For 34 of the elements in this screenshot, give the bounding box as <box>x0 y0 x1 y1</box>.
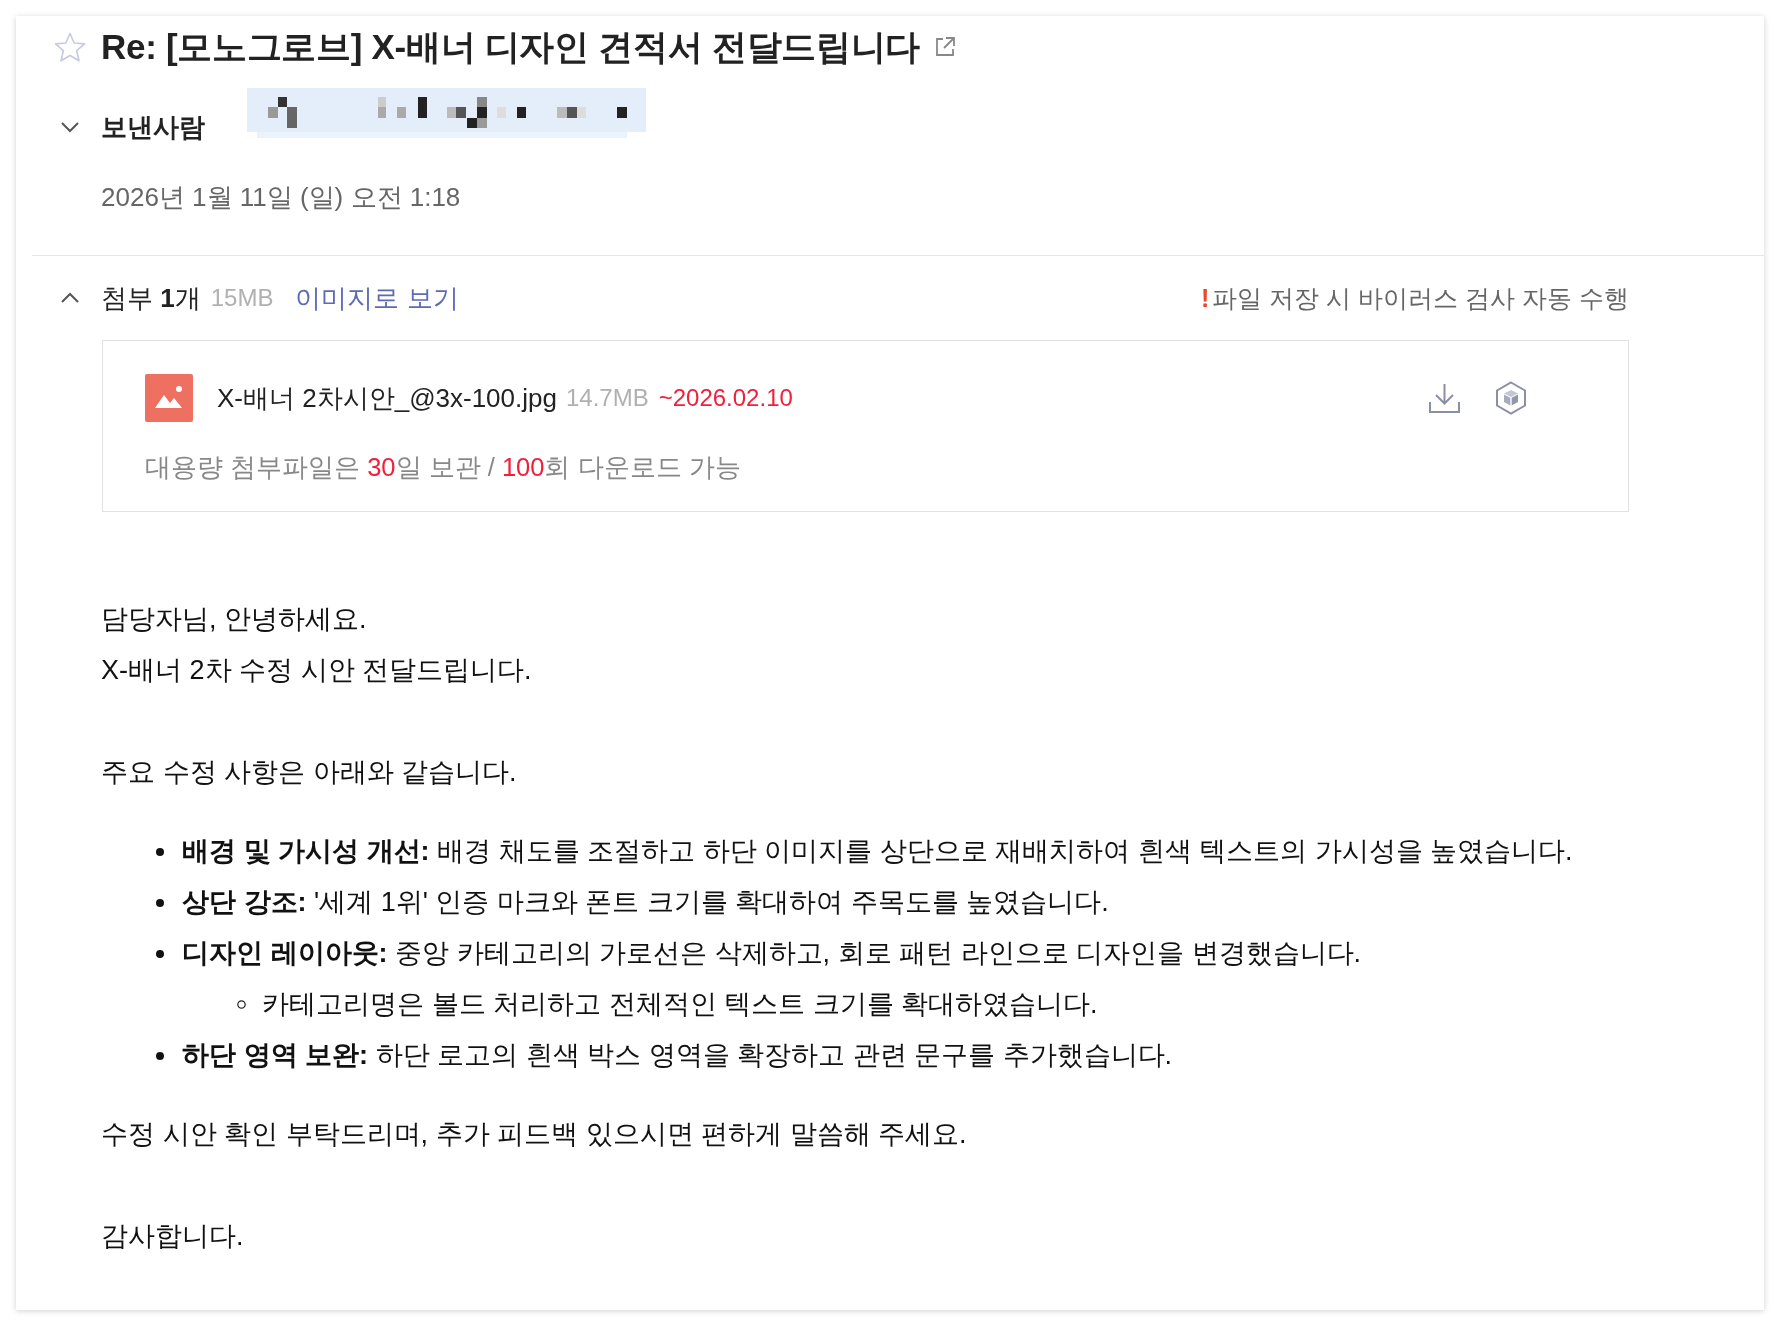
image-file-icon <box>145 374 193 422</box>
alert-mark: ! <box>1201 283 1210 313</box>
attachment-file-size: 14.7MB <box>565 384 649 412</box>
attachment-total-size: 15MB <box>210 284 274 312</box>
star-icon[interactable] <box>53 31 86 63</box>
bullet-icon <box>156 847 164 856</box>
hexagon-cube-icon[interactable] <box>1495 381 1527 415</box>
body-text: 수정 시안 확인 부탁드리며, 추가 피드백 있으시면 편하게 말씀해 주세요. <box>101 1118 968 1151</box>
hollow-bullet-icon <box>237 1000 246 1009</box>
attachment-file-name[interactable]: X-배너 2차시안_@3x-100.jpg <box>217 380 557 416</box>
list-item-text: 하단 영역 보완: 하단 로고의 흰색 박스 영역을 확장하고 관련 문구를 추가했습니다. <box>182 1039 1172 1072</box>
list-item-text: 디자인 레이아웃: 중앙 카테고리의 가로선은 삭제하고, 회로 패턴 라인으로 디자인을 변경했습니다. <box>182 937 1362 970</box>
body-text: 담당자님, 안녕하세요. <box>101 603 368 636</box>
list-item-text: 카테고리명은 볼드 처리하고 전체적인 텍스트 크기를 확대하였습니다. <box>262 988 1098 1021</box>
body-text: 주요 수정 사항은 아래와 같습니다. <box>101 756 518 789</box>
virus-scan-notice: 파일 저장 시 바이러스 검사 자동 수행 <box>1212 282 1629 314</box>
chevron-down-icon[interactable] <box>59 121 80 133</box>
external-link-icon[interactable] <box>934 36 957 58</box>
list-item-text: 상단 강조: '세계 1위' 인증 마크와 폰트 크기를 확대하여 주목도를 높였습니다. <box>182 886 1109 919</box>
bullet-icon <box>156 949 164 958</box>
email-subject: Re: [모노그로브] X-배너 디자인 견적서 전달드립니다 <box>101 25 921 68</box>
attachment-expiry-date: ~2026.02.10 <box>658 384 793 412</box>
bullet-icon <box>156 898 164 907</box>
list-item-text: 배경 및 가시성 개선: 배경 채도를 조절하고 하단 이미지를 상단으로 재배치하여 흰색 텍스트의 가시성을 높였습니다. <box>182 835 1573 868</box>
body-text: 감사합니다. <box>101 1220 245 1253</box>
sender-label: 보낸사람 <box>101 112 205 142</box>
download-icon[interactable] <box>1428 382 1461 414</box>
view-as-image-link[interactable]: 이미지로 보기 <box>295 280 459 316</box>
body-text: X-배너 2차 수정 시안 전달드립니다. <box>101 654 533 687</box>
chevron-up-icon[interactable] <box>59 292 80 304</box>
sent-date: 2026년 1월 11일 (일) 오전 1:18 <box>100 182 462 212</box>
bullet-icon <box>156 1051 164 1060</box>
attachment-count: 첨부 1개 <box>101 283 201 313</box>
storage-note: 대용량 첨부파일은 30일 보관 / 100회 다운로드 가능 <box>145 452 742 482</box>
